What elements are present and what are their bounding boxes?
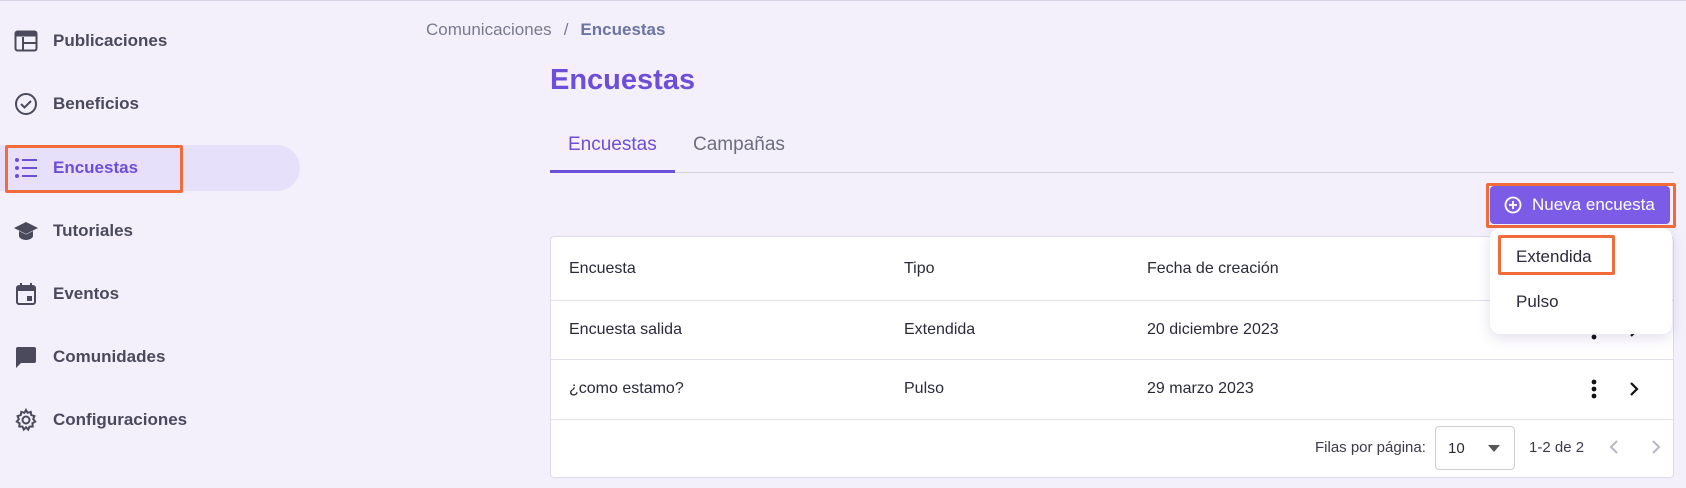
- sidebar-item-label: Comunidades: [53, 347, 166, 366]
- gear-icon: [13, 407, 39, 433]
- tab-encuestas[interactable]: Encuestas: [550, 124, 675, 173]
- sidebar-item-label: Configuraciones: [53, 410, 188, 429]
- page-title: Encuestas: [550, 64, 696, 96]
- list-icon: [13, 155, 39, 181]
- check-circle-icon: [13, 91, 39, 117]
- sidebar-item-publicaciones[interactable]: Publicaciones: [0, 18, 300, 64]
- sidebar-item-label: Tutoriales: [53, 221, 133, 240]
- plus-circle-icon: [1504, 196, 1522, 214]
- sidebar-item-tutoriales[interactable]: Tutoriales: [0, 208, 300, 254]
- more-vert-icon[interactable]: [1582, 377, 1606, 401]
- chat-bubble-icon: [13, 344, 39, 370]
- survey-type: Pulso: [904, 380, 945, 397]
- sidebar-item-label: Beneficios: [53, 94, 139, 113]
- column-header-fecha[interactable]: Fecha de creación: [1147, 260, 1279, 278]
- calendar-icon: [13, 281, 39, 307]
- prev-page-icon[interactable]: [1603, 436, 1625, 458]
- sidebar-item-label: Publicaciones: [53, 31, 168, 50]
- sidebar-item-label: Encuestas: [53, 158, 139, 177]
- sidebar-item-label: Eventos: [53, 284, 120, 303]
- publications-icon: [13, 28, 39, 54]
- sidebar-item-configuraciones[interactable]: Configuraciones: [0, 397, 300, 443]
- survey-date: 20 diciembre 2023: [1147, 320, 1279, 338]
- new-survey-button[interactable]: Nueva encuesta: [1490, 186, 1670, 224]
- sidebar-item-beneficios[interactable]: Beneficios: [0, 81, 300, 127]
- survey-date: 29 marzo 2023: [1147, 380, 1254, 397]
- tab-campanas[interactable]: Campañas: [693, 124, 803, 172]
- menu-item-pulso[interactable]: Pulso: [1516, 292, 1559, 312]
- caret-down-icon: [1488, 445, 1500, 452]
- graduation-cap-icon: [13, 218, 39, 244]
- sidebar-item-comunidades[interactable]: Comunidades: [0, 334, 300, 380]
- rows-per-page-label: Filas por página:: [1315, 439, 1426, 456]
- rows-per-page-select[interactable]: 10: [1435, 426, 1515, 470]
- tab-bar: Encuestas Campañas: [550, 124, 1674, 173]
- survey-type: Extendida: [904, 320, 976, 338]
- column-header-encuesta[interactable]: Encuesta: [569, 260, 636, 278]
- table-row[interactable]: ¿como estamo? Pulso 29 marzo 2023: [551, 359, 1673, 420]
- chevron-right-icon[interactable]: [1622, 377, 1646, 401]
- breadcrumb-current: Encuestas: [580, 20, 666, 39]
- breadcrumb-separator: /: [563, 20, 569, 39]
- breadcrumb-parent[interactable]: Comunicaciones: [426, 20, 552, 40]
- next-page-icon[interactable]: [1645, 436, 1667, 458]
- breadcrumb: Comunicaciones / Encuestas: [426, 20, 665, 40]
- menu-item-extendida[interactable]: Extendida: [1516, 247, 1592, 267]
- sidebar: Publicaciones Beneficios Encuestas Tutor…: [0, 0, 310, 488]
- survey-name: ¿como estamo?: [569, 380, 684, 397]
- sidebar-item-eventos[interactable]: Eventos: [0, 271, 300, 317]
- sidebar-item-encuestas[interactable]: Encuestas: [0, 145, 300, 191]
- new-survey-label: Nueva encuesta: [1532, 195, 1655, 214]
- pagination: Filas por página: 10 1-2 de 2: [551, 419, 1673, 477]
- column-header-tipo[interactable]: Tipo: [904, 260, 935, 278]
- pagination-range: 1-2 de 2: [1529, 439, 1585, 456]
- survey-name: Encuesta salida: [569, 320, 682, 338]
- rows-per-page-value: 10: [1448, 440, 1465, 457]
- new-survey-menu: Extendida Pulso: [1490, 228, 1672, 334]
